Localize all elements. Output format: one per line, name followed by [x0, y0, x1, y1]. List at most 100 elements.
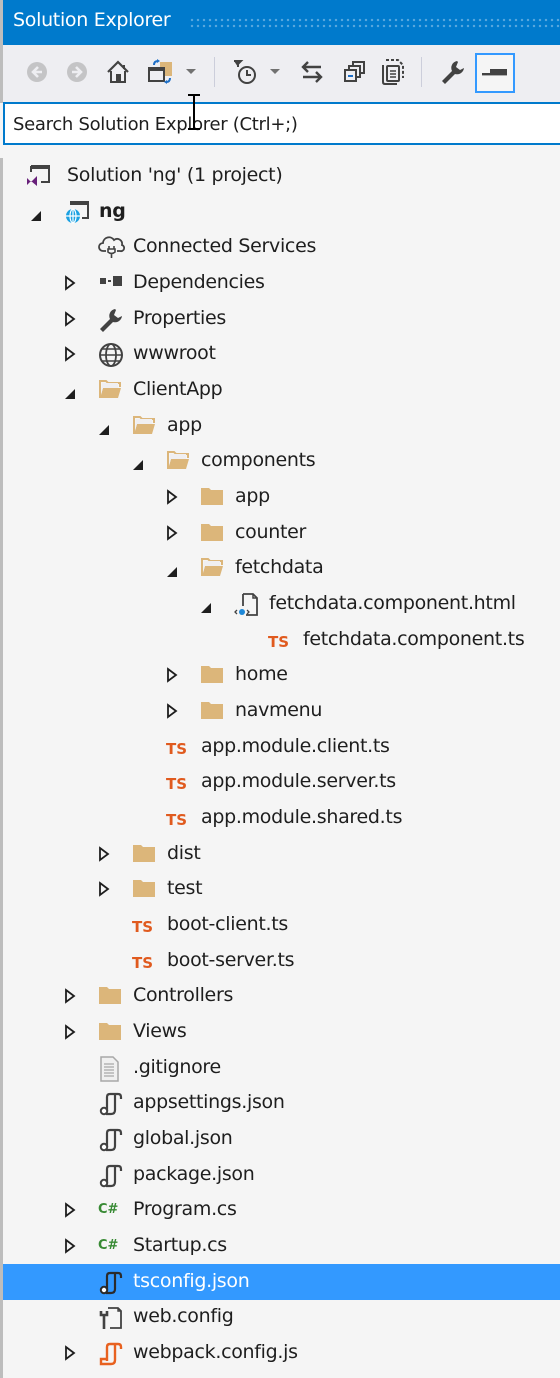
json-file-icon [98, 1091, 123, 1116]
tree-item[interactable]: counter [3, 515, 560, 551]
tree-item[interactable]: global.json [3, 1121, 560, 1157]
folder-icon [132, 842, 156, 866]
tree-item[interactable]: navmenu [3, 693, 560, 729]
collapsed-arrow-icon[interactable] [64, 346, 78, 363]
expanded-arrow-icon[interactable] [132, 456, 146, 472]
collapsed-arrow-icon[interactable] [166, 489, 180, 505]
expanded-arrow-icon[interactable] [98, 421, 112, 437]
tree-item-label: .gitignore [133, 1055, 221, 1078]
tree-item[interactable]: C# Startup.cs [3, 1228, 560, 1264]
tree-item[interactable]: .gitignore [3, 1050, 560, 1086]
chevron-down-icon [270, 69, 280, 74]
config-file-icon [98, 1305, 122, 1330]
tree-item[interactable]: C# Program.cs [3, 1192, 560, 1228]
switch-views-button[interactable] [145, 56, 177, 88]
folder-icon [200, 521, 224, 545]
tree-item[interactable]: Properties [3, 301, 560, 337]
tree-item[interactable]: wwwroot [3, 336, 560, 372]
collapsed-arrow-icon[interactable] [98, 881, 112, 898]
tree-item[interactable]: app [3, 479, 560, 515]
tree-item[interactable]: package.json [3, 1157, 560, 1193]
tree-item[interactable]: web.config [3, 1299, 560, 1335]
collapsed-arrow-icon[interactable] [64, 1345, 78, 1361]
collapsed-arrow-icon[interactable] [64, 1238, 78, 1254]
collapsed-arrow-icon[interactable] [64, 310, 78, 327]
collapsed-arrow-icon[interactable] [98, 845, 112, 862]
expanded-arrow-icon[interactable] [30, 207, 44, 223]
tree-item[interactable]: TS boot-client.ts [3, 907, 560, 943]
tree-item[interactable]: Dependencies [3, 265, 560, 301]
tree-item-label: Program.cs [133, 1198, 237, 1221]
title-bar[interactable]: Solution Explorer [0, 0, 560, 45]
typescript-glyph: TS [132, 918, 154, 937]
tree-item[interactable]: TS app.module.shared.ts [3, 800, 560, 836]
chevron-down-icon [186, 69, 196, 74]
tree-item[interactable]: appsettings.json [3, 1085, 560, 1121]
folder-open-icon [132, 414, 156, 438]
tree-item[interactable]: components [3, 443, 560, 479]
switch-views-dropdown[interactable] [181, 56, 201, 88]
tree-item[interactable]: TS boot-server.ts [3, 943, 560, 979]
tree-item[interactable]: test [3, 871, 560, 907]
collapsed-arrow-icon[interactable] [64, 275, 78, 291]
tree-item[interactable]: home [3, 657, 560, 693]
collapsed-arrow-icon[interactable] [64, 988, 78, 1005]
tree-item[interactable]: TS app.module.client.ts [3, 729, 560, 765]
search-input[interactable] [13, 110, 533, 138]
expanded-arrow-icon[interactable] [200, 599, 214, 615]
tree-item[interactable]: ClientApp [3, 372, 560, 408]
pending-changes-filter-dropdown[interactable] [265, 56, 285, 88]
tree-item-label: Solution 'ng' (1 project) [67, 164, 283, 186]
pending-changes-filter-button[interactable] [229, 56, 261, 88]
typescript-glyph: TS [166, 775, 188, 794]
tree-item-label: fetchdata [235, 556, 324, 579]
tree-item-label: app.module.shared.ts [201, 806, 403, 829]
js-file-icon [98, 1341, 123, 1366]
title-bar-grip[interactable] [189, 17, 560, 29]
forward-button[interactable] [61, 56, 93, 88]
tree-item-label: app.module.client.ts [201, 734, 390, 757]
back-arrow-icon [27, 62, 47, 82]
tree-item[interactable]: webpack.config.js [3, 1335, 560, 1371]
tree-item[interactable]: Solution 'ng' (1 project) [3, 158, 560, 194]
collapsed-arrow-icon[interactable] [166, 667, 180, 684]
pending-changes-filter-icon [234, 60, 256, 84]
collapse-all-button[interactable] [339, 56, 371, 88]
folder-open-icon [166, 449, 190, 473]
preview-selected-items-button[interactable] [475, 53, 515, 93]
tree-item-label: package.json [133, 1162, 255, 1185]
collapsed-arrow-icon[interactable] [64, 1202, 78, 1219]
expanded-arrow-icon[interactable] [166, 563, 180, 579]
tree-item[interactable]: Controllers [3, 978, 560, 1014]
show-all-files-button[interactable] [377, 56, 409, 88]
tree-item[interactable]: app [3, 408, 560, 444]
tree-item[interactable]: dist [3, 836, 560, 872]
collapsed-arrow-icon[interactable] [166, 524, 180, 541]
tree-item[interactable]: ng [3, 194, 560, 230]
toolbar-separator [421, 57, 422, 87]
properties-button[interactable] [437, 56, 469, 88]
collapsed-arrow-icon[interactable] [64, 1024, 78, 1040]
show-all-files-icon [382, 59, 404, 85]
tree-item[interactable]: tsconfig.json [3, 1263, 560, 1300]
home-button[interactable] [102, 56, 134, 88]
tree-item[interactable]: Views [3, 1014, 560, 1050]
search-box[interactable] [3, 102, 560, 145]
tree-item[interactable]: Connected Services [3, 229, 560, 265]
folder-open-icon [200, 556, 224, 580]
tree-item-label: Properties [133, 306, 227, 329]
tree-item-label: app [167, 413, 202, 436]
tree-item[interactable]: fetchdata [3, 550, 560, 586]
collapsed-arrow-icon[interactable] [166, 703, 180, 719]
tree-item-label: dist [167, 841, 201, 864]
tree-item[interactable]: TS fetchdata.component.ts [3, 622, 560, 658]
tree-item[interactable]: fetchdata.component.html [3, 586, 560, 622]
sync-with-active-document-button[interactable] [296, 56, 328, 88]
toolbar [0, 45, 560, 103]
back-button[interactable] [21, 56, 53, 88]
expanded-arrow-icon[interactable] [64, 385, 78, 401]
tree-item[interactable]: TS app.module.server.ts [3, 764, 560, 800]
switch-views-icon [148, 59, 172, 84]
collapse-all-icon [344, 61, 365, 82]
solution-icon [25, 164, 50, 188]
